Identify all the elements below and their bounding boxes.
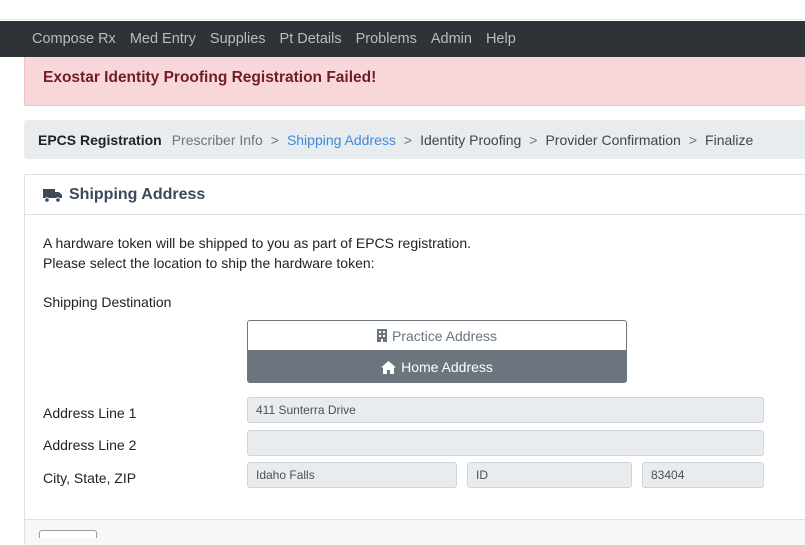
step-shipping-address[interactable]: Shipping Address — [287, 132, 396, 148]
address-line-1-field[interactable]: 411 Sunterra Drive — [247, 397, 764, 423]
home-address-button[interactable]: Home Address — [247, 351, 627, 383]
footer-button[interactable] — [39, 530, 97, 538]
nav-admin[interactable]: Admin — [431, 31, 472, 47]
breadcrumb-separator: > — [403, 131, 413, 148]
alert-text: Exostar Identity Proofing Registration F… — [43, 69, 377, 86]
practice-address-label: Practice Address — [391, 327, 498, 344]
intro-line-1: A hardware token will be shipped to you … — [43, 235, 472, 251]
step-prescriber-info[interactable]: Prescriber Info — [172, 132, 263, 148]
home-icon — [381, 360, 397, 374]
state-field[interactable]: ID — [467, 462, 632, 488]
nav-pt-details[interactable]: Pt Details — [280, 31, 342, 47]
breadcrumb-separator: > — [270, 131, 279, 148]
top-strip — [0, 0, 805, 20]
top-navbar: Compose Rx Med Entry Supplies Pt Details… — [0, 21, 805, 57]
card-footer — [25, 519, 805, 545]
breadcrumb-title: EPCS Registration — [38, 131, 162, 148]
address-line-1-label: Address Line 1 — [43, 405, 137, 421]
step-finalize: Finalize — [705, 131, 754, 148]
nav-compose-rx[interactable]: Compose Rx — [32, 31, 116, 47]
nav-supplies[interactable]: Supplies — [210, 31, 266, 47]
practice-address-button[interactable]: Practice Address — [247, 320, 627, 351]
nav-problems[interactable]: Problems — [356, 31, 417, 47]
shipping-destination-label: Shipping Destination — [43, 294, 172, 310]
intro-line-2: Please select the location to ship the h… — [43, 255, 375, 271]
shipping-address-card: Shipping Address A hardware token will b… — [24, 174, 805, 545]
breadcrumb: EPCS Registration Prescriber Info > Ship… — [24, 120, 805, 159]
building-icon — [376, 329, 387, 342]
breadcrumb-separator: > — [688, 131, 698, 148]
breadcrumb-separator: > — [529, 131, 538, 148]
home-address-label: Home Address — [401, 359, 493, 375]
truck-icon — [43, 187, 63, 203]
address-line-2-field[interactable] — [247, 430, 764, 456]
destination-toggle: Practice Address Home Address — [247, 320, 627, 383]
error-alert: Exostar Identity Proofing Registration F… — [24, 57, 805, 106]
intro-text: A hardware token will be shipped to you … — [43, 233, 471, 273]
card-title: Shipping Address — [69, 185, 206, 203]
city-state-zip-label: City, State, ZIP — [43, 470, 137, 486]
city-field[interactable]: Idaho Falls — [247, 462, 457, 488]
nav-help[interactable]: Help — [486, 31, 516, 47]
step-identity-proofing: Identity Proofing — [420, 131, 522, 148]
nav-med-entry[interactable]: Med Entry — [130, 31, 196, 47]
zip-field[interactable]: 83404 — [642, 462, 764, 488]
address-line-2-label: Address Line 2 — [43, 437, 137, 453]
card-header: Shipping Address — [25, 175, 805, 215]
step-provider-confirmation: Provider Confirmation — [545, 131, 681, 148]
